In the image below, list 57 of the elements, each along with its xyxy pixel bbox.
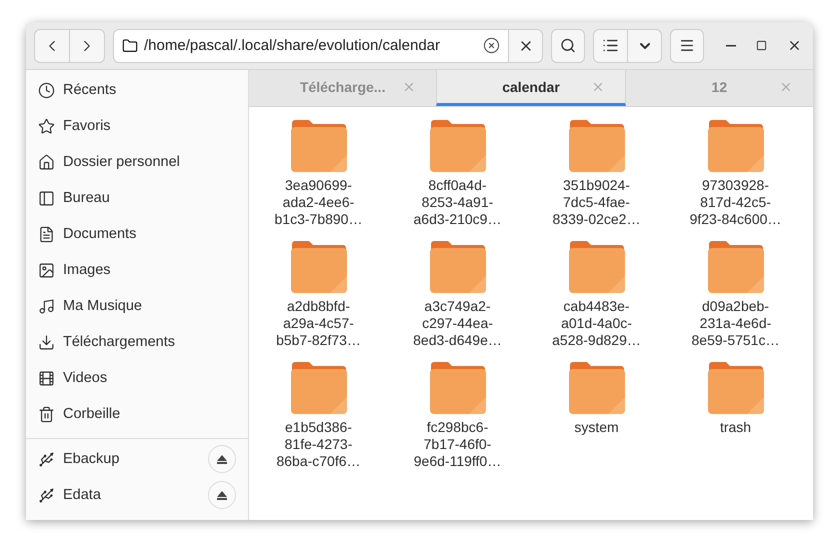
eject-button[interactable] [208,445,236,473]
minimize-icon [726,44,736,46]
folder-icon [568,119,626,173]
folder-icon [290,119,348,173]
folder-icon [290,361,348,415]
sidebar-item[interactable]: Edata [26,477,248,513]
search-button[interactable] [551,28,585,62]
folder-name: a2db8bfd- a29a-4c57- b5b7-82f73… [276,298,361,349]
usb-drive-icon [38,450,55,468]
close-button[interactable] [509,28,543,62]
folder-icon [428,119,486,173]
sidebar-item[interactable]: Téléchargements [26,324,248,360]
folder-name: 97303928- 817d-42c5- 9f23-84c600… [690,177,782,228]
folder-icon [290,240,348,294]
folder-icon [568,361,626,415]
tab[interactable]: calendar [436,70,626,106]
sidebar-item[interactable]: Documents [26,216,248,252]
clear-button[interactable] [483,37,500,54]
list-view-button[interactable] [593,28,628,62]
maximize-icon [756,40,767,51]
location-field[interactable]: /home/pascal/.local/share/evolution/calendar [113,28,509,62]
close-icon [787,38,802,53]
folder-name: a3c749a2- c297-44ea- 8ed3-d649e… [413,298,502,349]
eject-icon [217,454,227,464]
sidebar-item[interactable]: Récents [26,72,248,108]
folder-name: e1b5d386- 81fe-4273- 86ba-c70f6… [276,419,361,470]
search-icon [560,37,576,54]
folder-icon [706,361,764,415]
sidebar-item[interactable]: Favoris [26,108,248,144]
folder-icon [706,119,764,173]
eject-button[interactable] [208,481,236,509]
folder-name: 3ea90699- ada2-4ee6- b1c3-7b890… [274,177,362,228]
folder-icon [428,240,486,294]
folder-name: 351b9024- 7dc5-4fae- 8339-02ce2… [552,177,640,228]
eject-icon [217,490,227,500]
sidebar-item[interactable]: Videos [26,360,248,396]
folder-name: trash [720,419,752,436]
usb-drive-icon [38,486,55,504]
sidebar-item[interactable]: Ma Musique [26,288,248,324]
sidebar-item[interactable]: Bureau [26,180,248,216]
folder-icon [568,240,626,294]
folder-name: d09a2beb- 231a-4e6d- 8e59-5751c… [692,298,780,349]
list-icon [602,37,619,54]
folder-name: fc298bc6- 7b17-46f0- 9e6d-119ff0… [414,419,502,470]
folder-name: system [574,419,619,436]
folder-name: 8cff0a4d- 8253-4a91- a6d3-210c9… [414,177,502,228]
folder-icon [706,240,764,294]
folder-icon [122,38,138,54]
sidebar-item[interactable]: Images [26,252,248,288]
sidebar-item[interactable]: Corbeille [26,396,248,432]
menu-button[interactable] [670,28,704,62]
location-path: /home/pascal/.local/share/evolution/calendar [144,37,442,54]
sidebar-item[interactable]: Dossier personnel [26,144,248,180]
folder-name: cab4483e- a01d-4a0c- a528-9d829… [552,298,641,349]
folder-icon [428,361,486,415]
sidebar-item[interactable]: Ebackup [26,441,248,477]
menu-icon [679,37,695,54]
